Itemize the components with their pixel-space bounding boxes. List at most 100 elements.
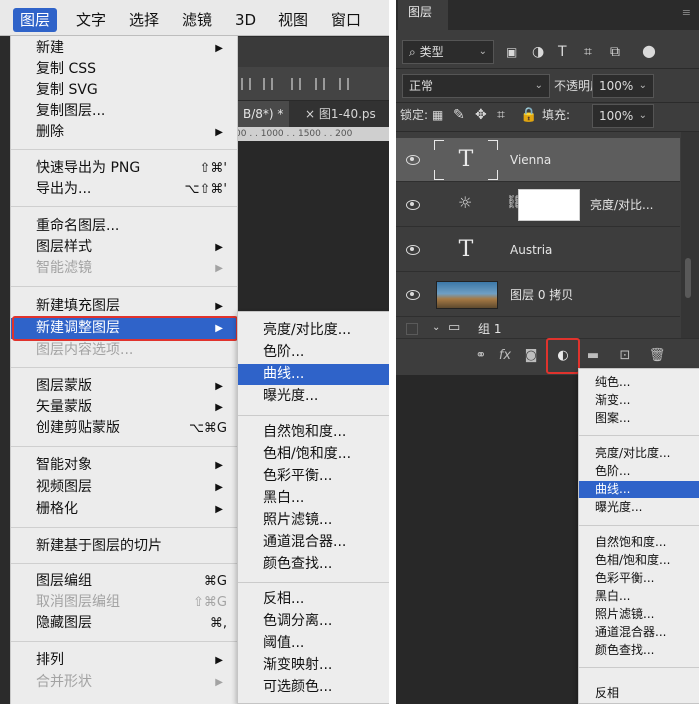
align-top-icon[interactable] (241, 78, 251, 90)
menu-item-new[interactable]: 新建 ▶ (11, 38, 237, 59)
menu-window[interactable]: 窗口 (324, 8, 368, 32)
new-layer-icon[interactable]: ⊡ (616, 347, 634, 365)
menu-item-layer-mask[interactable]: 图层蒙版 ▶ (11, 376, 237, 397)
document-tab-other[interactable]: × 图1-40.ps (305, 101, 376, 127)
popup-item-channel-mixer[interactable]: 通道混合器... (579, 624, 699, 641)
filter-type-icon[interactable]: T (558, 40, 567, 64)
lock-position-icon[interactable]: ✥ (475, 103, 487, 127)
menu-item-rename-layer[interactable]: 重命名图层... (11, 216, 237, 237)
popup-item-pattern[interactable]: 图案... (579, 410, 699, 427)
menu-3d[interactable]: 3D (228, 8, 263, 32)
submenu-item-color-balance[interactable]: 色彩平衡... (238, 466, 389, 487)
fill-input[interactable]: 100% ⌄ (592, 104, 654, 128)
new-group-folder-icon[interactable]: ▬ (584, 347, 602, 365)
menu-item-copy-css[interactable]: 复制 CSS (11, 59, 237, 80)
visibility-eye-icon[interactable] (406, 288, 420, 300)
filter-smart-object-icon[interactable]: ⧉ (610, 40, 620, 64)
popup-item-black-white[interactable]: 黑白... (579, 588, 699, 605)
layer-row-group[interactable]: ⌄ ▭ 组 1 (396, 318, 680, 340)
visibility-eye-icon[interactable] (406, 243, 420, 255)
submenu-item-vibrance[interactable]: 自然饱和度... (238, 422, 389, 443)
panel-menu-icon[interactable]: ≡ (682, 6, 691, 19)
opacity-input[interactable]: 100% ⌄ (592, 74, 654, 98)
layer-row-brightness-contrast[interactable]: ☼ ⛓ 亮度/对比... (396, 183, 680, 227)
filter-pixel-icon[interactable]: ▣ (506, 40, 517, 64)
menu-type[interactable]: 文字 (69, 8, 113, 32)
link-layers-icon[interactable]: ⚭ (472, 347, 490, 365)
submenu-item-channel-mixer[interactable]: 通道混合器... (238, 532, 389, 553)
submenu-item-curves[interactable]: 曲线... (238, 364, 389, 385)
submenu-item-photo-filter[interactable]: 照片滤镜... (238, 510, 389, 531)
submenu-item-gradient-map[interactable]: 渐变映射... (238, 655, 389, 676)
layers-tab[interactable]: 图层 (398, 0, 448, 30)
menu-view[interactable]: 视图 (271, 8, 315, 32)
submenu-item-black-white[interactable]: 黑白... (238, 488, 389, 509)
layer-row-image-copy[interactable]: 图层 0 拷贝 (396, 273, 680, 317)
distribute-center-icon[interactable] (315, 78, 325, 90)
menu-item-arrange[interactable]: 排列 ▶ (11, 650, 237, 671)
menu-item-create-clipping-mask[interactable]: 创建剪贴蒙版 ⌥⌘G (11, 418, 237, 439)
chevron-down-icon[interactable]: ⌄ (432, 316, 440, 340)
popup-item-color-lookup[interactable]: 颜色查找... (579, 642, 699, 659)
layer-mask-thumbnail[interactable] (518, 189, 580, 221)
popup-item-brightness-contrast[interactable]: 亮度/对比度... (579, 445, 699, 462)
distribute-right-icon[interactable] (339, 78, 349, 90)
menu-item-new-fill-layer[interactable]: 新建填充图层 ▶ (11, 296, 237, 317)
submenu-item-threshold[interactable]: 阈值... (238, 633, 389, 654)
popup-item-vibrance[interactable]: 自然饱和度... (579, 534, 699, 551)
menu-item-export-as[interactable]: 导出为... ⌥⇧⌘' (11, 179, 237, 200)
popup-item-exposure[interactable]: 曝光度... (579, 499, 699, 516)
layers-scrollbar[interactable] (681, 132, 699, 360)
filter-toggle-icon[interactable]: ● (642, 39, 656, 63)
trash-icon[interactable]: 🗑 (648, 347, 666, 365)
layer-row-austria[interactable]: T Austria (396, 228, 680, 272)
menu-layer[interactable]: 图层 (13, 8, 58, 32)
menu-item-vector-mask[interactable]: 矢量蒙版 ▶ (11, 397, 237, 418)
menu-item-new-layer-based-slice[interactable]: 新建基于图层的切片 (11, 536, 237, 557)
document-tab-active[interactable]: B/8*) * (237, 101, 290, 127)
submenu-item-color-lookup[interactable]: 颜色查找... (238, 554, 389, 575)
visibility-toggle-empty[interactable] (406, 323, 418, 335)
submenu-item-posterize[interactable]: 色调分离... (238, 611, 389, 632)
align-vcenter-icon[interactable] (263, 78, 273, 90)
popup-item-gradient[interactable]: 渐变... (579, 392, 699, 409)
submenu-item-invert[interactable]: 反相... (238, 589, 389, 610)
distribute-left-icon[interactable] (291, 78, 301, 90)
popup-item-hue-saturation[interactable]: 色相/饱和度... (579, 552, 699, 569)
popup-item-levels[interactable]: 色阶... (579, 463, 699, 480)
menu-filter[interactable]: 滤镜 (175, 8, 219, 32)
popup-item-solid-color[interactable]: 纯色... (579, 374, 699, 391)
popup-item-color-balance[interactable]: 色彩平衡... (579, 570, 699, 587)
popup-item-invert[interactable]: 反相 (579, 685, 699, 702)
filter-adjustment-icon[interactable]: ◑ (532, 40, 544, 64)
menu-item-delete[interactable]: 删除 ▶ (11, 122, 237, 143)
filter-shape-icon[interactable]: ⌗ (584, 40, 592, 64)
menu-item-copy-svg[interactable]: 复制 SVG (11, 80, 237, 101)
menu-item-rasterize[interactable]: 栅格化 ▶ (11, 499, 237, 520)
layer-style-fx-icon[interactable]: fx (496, 347, 514, 365)
popup-item-curves[interactable]: 曲线... (579, 481, 699, 498)
submenu-item-hue-saturation[interactable]: 色相/饱和度... (238, 444, 389, 465)
layer-row-vienna[interactable]: T Vienna (396, 138, 680, 182)
submenu-item-levels[interactable]: 色阶... (238, 342, 389, 363)
menu-item-hide-layers[interactable]: 隐藏图层 ⌘, (11, 613, 237, 634)
menu-item-video-layer[interactable]: 视频图层 ▶ (11, 477, 237, 498)
popup-item-photo-filter[interactable]: 照片滤镜... (579, 606, 699, 623)
menu-select[interactable]: 选择 (122, 8, 166, 32)
submenu-item-exposure[interactable]: 曝光度... (238, 386, 389, 407)
lock-artboard-icon[interactable]: ⌗ (497, 103, 505, 127)
menu-item-layer-style[interactable]: 图层样式 ▶ (11, 237, 237, 258)
menu-item-quick-export-png[interactable]: 快速导出为 PNG ⇧⌘' (11, 158, 237, 179)
visibility-eye-icon[interactable] (406, 153, 420, 165)
filter-kind-select[interactable]: ⌕ 类型 ⌄ (402, 40, 494, 64)
lock-image-icon[interactable]: ✎ (453, 103, 465, 127)
menu-item-duplicate-layer[interactable]: 复制图层... (11, 101, 237, 122)
menu-item-group-layers[interactable]: 图层编组 ⌘G (11, 571, 237, 592)
blend-mode-select[interactable]: 正常 ⌄ (402, 74, 550, 98)
submenu-item-brightness-contrast[interactable]: 亮度/对比度... (238, 320, 389, 341)
visibility-eye-icon[interactable] (406, 198, 420, 210)
submenu-item-selective-color[interactable]: 可选颜色... (238, 677, 389, 698)
scrollbar-thumb[interactable] (685, 258, 691, 298)
lock-all-icon[interactable]: 🔒 (520, 103, 537, 127)
add-mask-icon[interactable]: ◙ (522, 347, 540, 365)
